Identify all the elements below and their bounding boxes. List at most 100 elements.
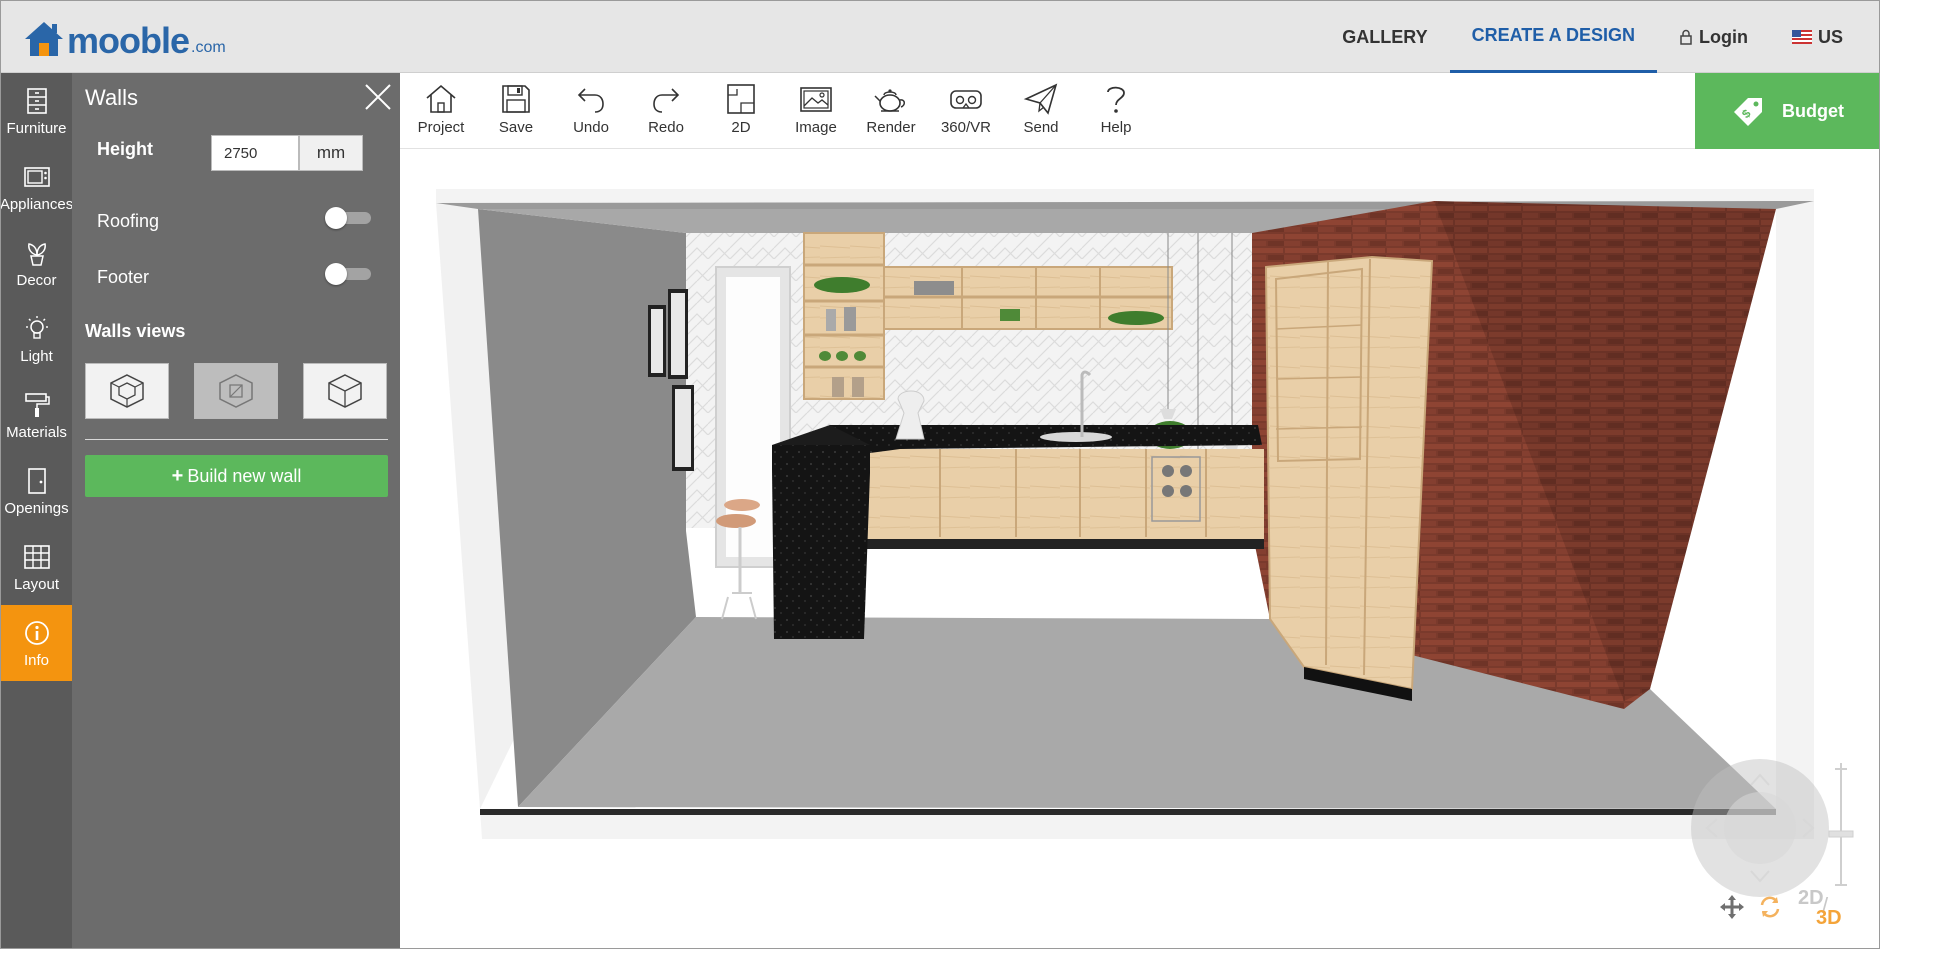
top-nav: GALLERY CREATE A DESIGN Login US — [1320, 1, 1865, 73]
panel-divider — [85, 439, 388, 440]
nav-login[interactable]: Login — [1657, 1, 1770, 73]
tool-label: Undo — [573, 119, 609, 136]
roofing-label: Roofing — [97, 211, 160, 231]
bar-stool-seat — [716, 514, 756, 528]
height-input[interactable] — [211, 135, 299, 171]
shelf-plant — [814, 277, 870, 293]
wall-view-button-1[interactable] — [85, 363, 169, 419]
height-unit-label: mm — [299, 135, 363, 171]
cube-cutaway-icon — [219, 374, 253, 408]
nav-login-label: Login — [1699, 26, 1748, 47]
undo-icon — [577, 88, 604, 113]
tool-label: Redo — [648, 119, 684, 136]
rotate-reset-icon[interactable] — [1756, 893, 1784, 921]
cube-solid-icon — [328, 374, 362, 408]
plant-icon — [27, 242, 46, 266]
sink — [1040, 432, 1112, 442]
furniture-icon — [26, 87, 47, 114]
question-icon — [1107, 86, 1125, 113]
room-wall-right-outer — [1776, 199, 1814, 839]
rail-item-info[interactable]: Info — [1, 605, 72, 681]
tool-undo[interactable]: Undo — [556, 81, 626, 143]
home-icon — [426, 84, 456, 113]
tool-save[interactable]: Save — [481, 81, 551, 143]
lower-cabinets — [860, 449, 1264, 539]
tool-project[interactable]: Project — [406, 81, 476, 143]
tool-360-vr[interactable]: 360/VR — [931, 81, 1001, 143]
shelf-vase — [844, 307, 856, 331]
lock-icon — [1679, 29, 1693, 45]
door-icon — [27, 467, 46, 494]
nav-gallery[interactable]: GALLERY — [1320, 1, 1449, 73]
build-new-wall-label: Build new wall — [187, 465, 302, 486]
rail-item-label: Openings — [4, 499, 69, 517]
bulb-icon — [25, 315, 48, 339]
rail-item-materials[interactable]: Materials — [1, 377, 72, 453]
wall-view-button-3[interactable] — [303, 363, 387, 419]
2d-3d-toggle[interactable]: 2D / 3D — [1796, 887, 1856, 933]
rail-item-furniture[interactable]: Furniture — [1, 73, 72, 149]
price-tag-icon: $ — [1734, 98, 1762, 126]
floppy-icon — [502, 85, 530, 113]
build-new-wall-button[interactable]: + Build new wall — [85, 455, 388, 497]
3d-viewport[interactable]: 2D / 3D — [400, 149, 1879, 948]
roofing-toggle[interactable] — [325, 207, 373, 229]
wall-view-button-2[interactable] — [194, 363, 278, 419]
vr-headset-icon — [950, 90, 982, 109]
footer-label: Footer — [97, 267, 150, 287]
shelf-plant — [1108, 311, 1164, 325]
tool-label: Save — [498, 119, 534, 136]
tool-label: Send — [1023, 119, 1059, 136]
category-rail: Furniture Appliances Decor Light Materia… — [1, 73, 73, 948]
zoom-slider[interactable] — [1826, 761, 1856, 891]
tool-label: Project — [417, 119, 465, 136]
info-icon — [24, 620, 49, 645]
budget-button[interactable]: $ Budget — [1695, 73, 1879, 149]
app-window: mooble .com GALLERY CREATE A DESIGN Logi… — [0, 0, 1880, 949]
tool-send[interactable]: Send — [1006, 81, 1076, 143]
mooble-logo[interactable]: mooble .com — [23, 15, 226, 59]
tall-pantry-cabinet — [1264, 255, 1434, 691]
kitchen-3d-render — [436, 189, 1814, 839]
rail-item-appliances[interactable]: Appliances — [1, 149, 73, 225]
shelf-plant — [1000, 309, 1020, 321]
toggle-knob — [325, 263, 347, 285]
microwave-icon — [23, 166, 50, 187]
footer-toggle[interactable] — [325, 263, 373, 285]
rail-item-layout[interactable]: Layout — [1, 529, 72, 605]
shelf-vase — [826, 309, 836, 331]
rail-item-openings[interactable]: Openings — [1, 453, 72, 529]
cabinet-plinth — [860, 539, 1264, 549]
pan-move-icon[interactable] — [1718, 893, 1746, 921]
house-logo-icon — [25, 22, 63, 56]
tool-image[interactable]: Image — [781, 81, 851, 143]
height-label: Height — [97, 139, 153, 159]
close-icon[interactable] — [362, 81, 394, 113]
nav-region[interactable]: US — [1770, 1, 1865, 73]
rail-item-decor[interactable]: Decor — [1, 225, 72, 301]
logo-brand-text: mooble — [67, 20, 190, 61]
tool-help[interactable]: Help — [1081, 81, 1151, 143]
panel-title: Walls — [85, 85, 138, 110]
shelf-box — [914, 281, 954, 295]
logo-tld-text: .com — [191, 39, 226, 56]
teapot-icon — [874, 89, 905, 112]
rail-item-label: Info — [23, 651, 50, 669]
paint-roller-icon — [24, 392, 50, 417]
shelf-vase — [832, 377, 844, 397]
tool-render[interactable]: Render — [856, 81, 926, 143]
floor-front — [480, 809, 1776, 815]
tool-2d[interactable]: 2D — [706, 81, 776, 143]
nav-create-design[interactable]: CREATE A DESIGN — [1449, 1, 1657, 73]
peninsula-island — [772, 445, 870, 639]
orbit-control[interactable] — [1691, 759, 1829, 897]
tool-label: Help — [1100, 119, 1132, 136]
tool-label: 2D — [731, 119, 751, 136]
walls-panel: Walls Height mm Roofing Footer Walls vie… — [72, 73, 400, 948]
toggle-3d-label: 3D — [1816, 907, 1842, 929]
toolbar: Project Save Undo Redo 2D Image Render 3… — [400, 73, 1879, 149]
rail-item-light[interactable]: Light — [1, 301, 72, 377]
paper-plane-icon — [1023, 83, 1058, 115]
floorplan-icon — [727, 84, 755, 114]
tool-redo[interactable]: Redo — [631, 81, 701, 143]
